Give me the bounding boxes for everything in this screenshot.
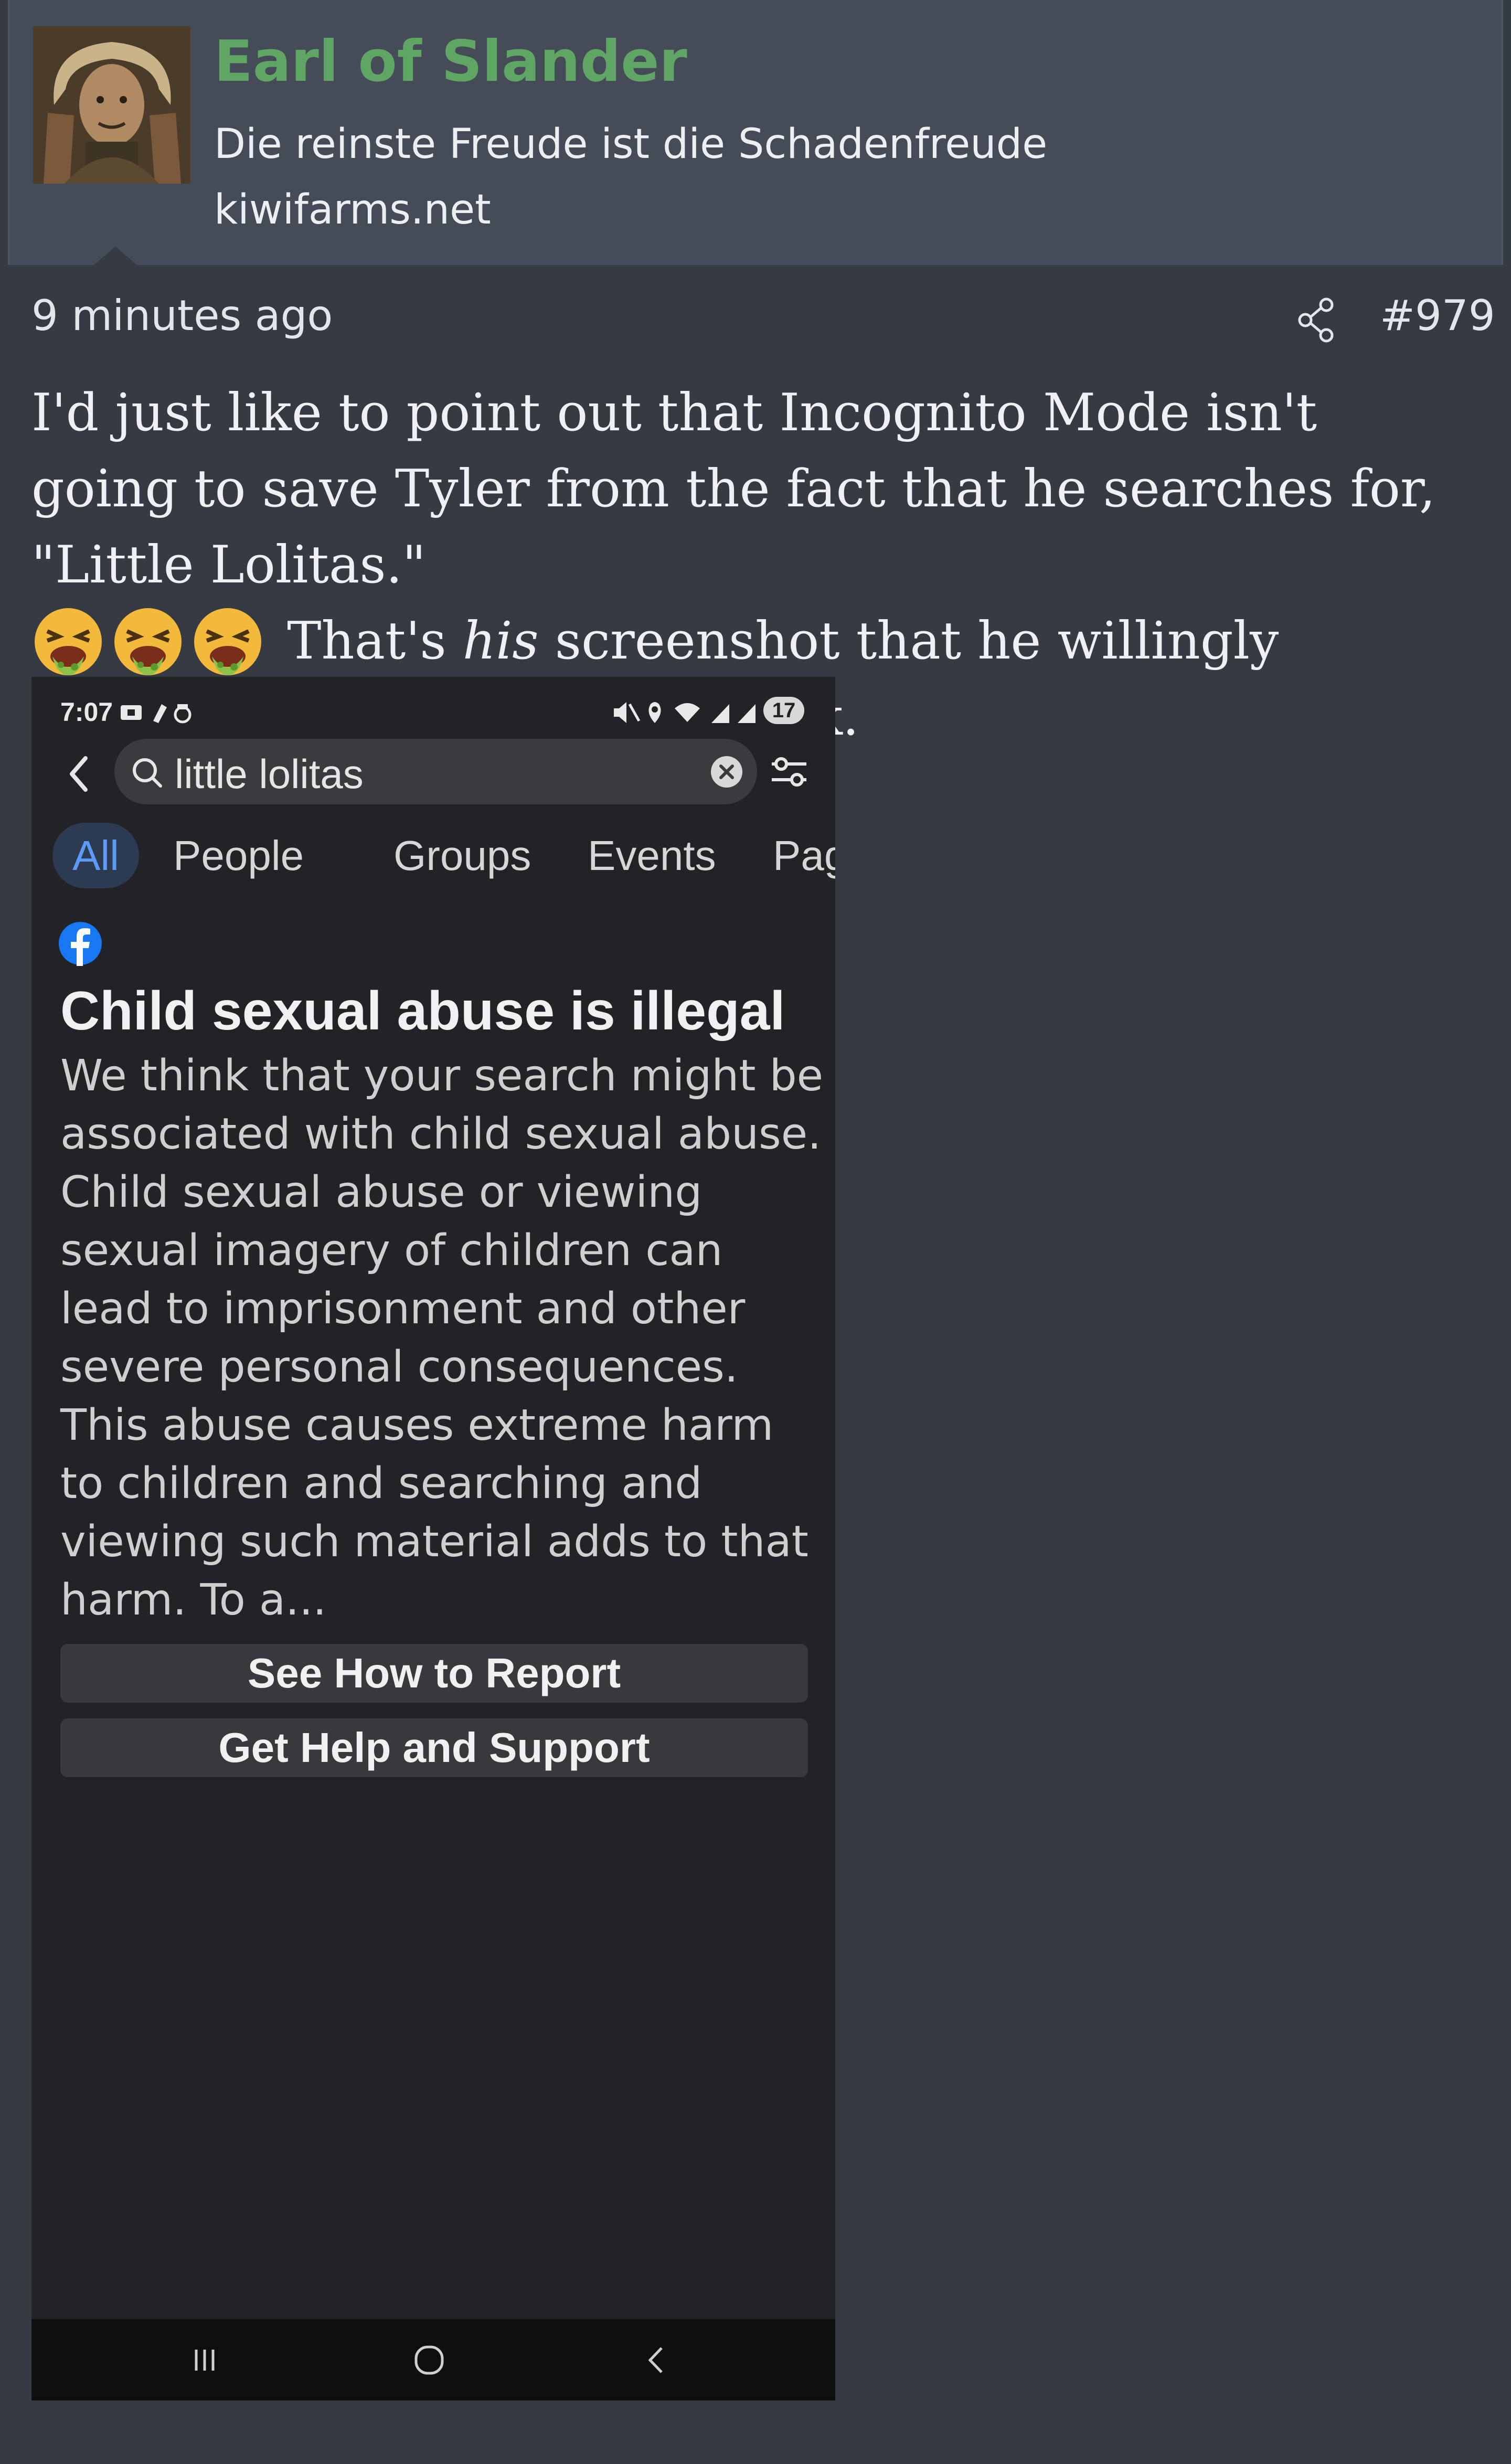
avatar[interactable] [33,26,190,184]
post-text-emphasis: his [462,611,539,671]
user-header: Earl of Slander Die reinste Freude ist d… [8,0,1503,265]
notification-icons [121,704,191,724]
post-timestamp[interactable]: 9 minutes ago [31,291,333,340]
android-nav-bar [31,2319,835,2401]
header-pointer [93,247,137,265]
warning-body: We think that your search might be assoc… [60,1051,824,1625]
post-text-1: I'd just like to point out that Incognit… [31,383,1436,595]
post-number-link[interactable]: #979 [1380,291,1495,340]
vomiting-face-icon [191,605,264,678]
post-text-2a: That's [271,611,463,671]
search-input[interactable]: little lolitas [114,739,757,804]
warning-title: Child sexual abuse is illegal [60,981,785,1042]
nav-back-icon[interactable] [643,2343,669,2377]
home-icon[interactable] [412,2343,446,2377]
battery-indicator: 17 [763,697,804,724]
see-how-to-report-button[interactable]: See How to Report [60,1644,808,1703]
avatar-image [33,26,190,184]
tab-groups[interactable]: Groups [393,823,531,888]
back-arrow-icon[interactable] [60,748,97,800]
share-icon[interactable] [1296,296,1338,344]
clear-search-icon[interactable] [710,755,743,789]
embedded-screenshot[interactable]: 7:07 17 little lolitas All People Groups… [31,677,835,2401]
tab-all[interactable]: All [52,823,139,888]
vomiting-face-icon [111,605,185,678]
recent-apps-icon[interactable] [189,2344,220,2376]
get-help-and-support-button[interactable]: Get Help and Support [60,1718,808,1777]
facebook-icon [59,922,102,966]
user-site: kiwifarms.net [214,186,491,233]
tab-events[interactable]: Events [588,823,716,888]
tab-people[interactable]: People [173,823,304,888]
status-time: 7:07 [60,697,113,727]
filter-icon[interactable] [769,751,810,792]
search-icon [133,758,162,788]
user-title: Die reinste Freude ist die Schadenfreude [214,121,1048,168]
search-query: little lolitas [175,751,364,797]
vomiting-face-icon [31,605,105,678]
tab-pages[interactable]: Page [773,823,835,888]
username[interactable]: Earl of Slander [214,29,687,94]
